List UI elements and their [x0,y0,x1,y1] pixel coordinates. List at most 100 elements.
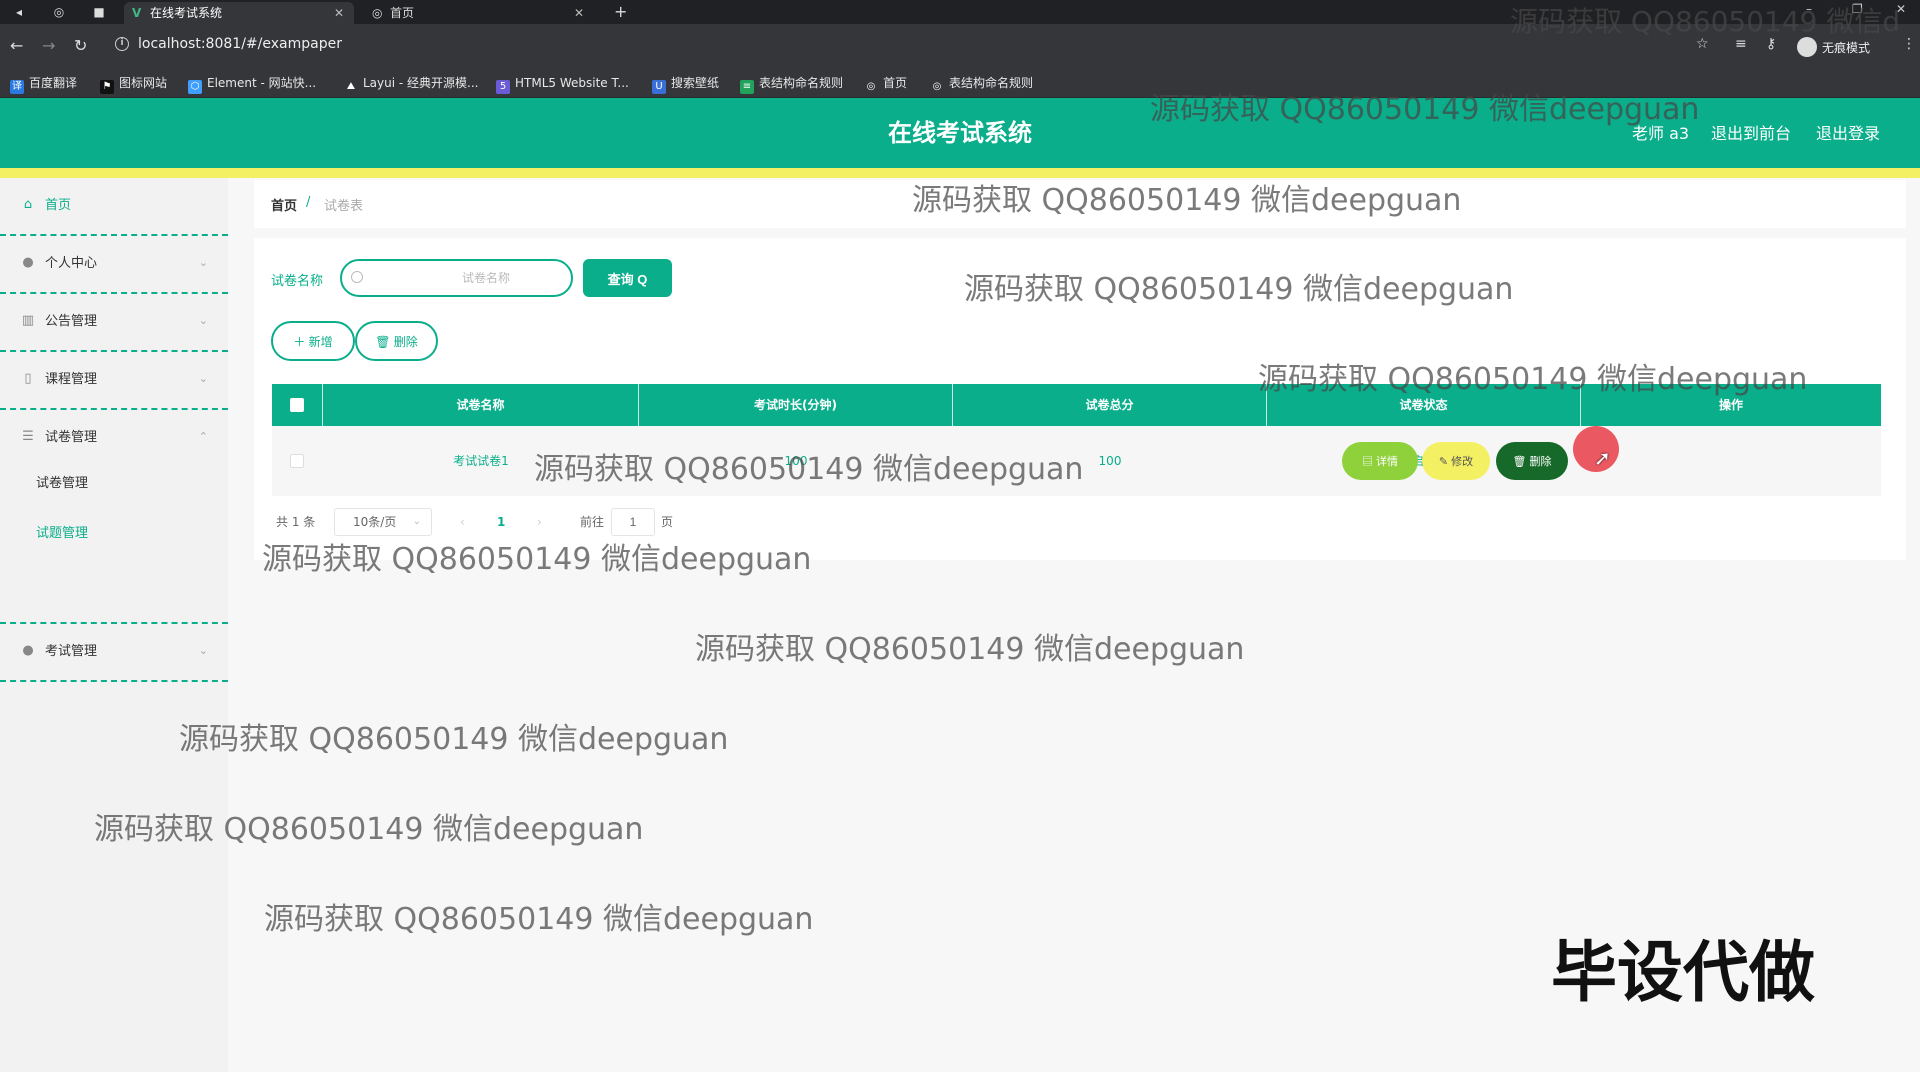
exit-to-front-link[interactable]: 退出到前台 [1711,124,1791,144]
column-header: 试卷总分 [953,384,1267,426]
back-icon[interactable]: ← [10,36,23,56]
search-label: 试卷名称 [271,274,324,289]
bookmark-item[interactable]: ⛰ Layui - 经典开源模... [344,76,479,94]
flag-icon: ⚑ [100,80,114,94]
document-icon: ▤ [1361,456,1377,468]
next-page-icon[interactable]: › [537,514,542,530]
chevron-up-icon: ⌃ [198,430,208,443]
search-input[interactable] [340,259,573,297]
wallpaper-icon: U [652,80,666,94]
add-button[interactable]: ＋ 新增 [271,321,355,361]
speaker-icon[interactable]: ◂ [10,3,28,21]
breadcrumb-current: 试卷表 [324,199,364,214]
watermark-text: 源码获取 QQ86050149 微信deepguan [1258,362,1808,397]
sidebar-item-course[interactable]: ▯ 课程管理 ⌄ [0,352,228,410]
url-text[interactable]: localhost:8081/#/exampaper [138,36,342,52]
column-header: 考试时长(分钟) [639,384,953,426]
submenu-exampaper[interactable]: 试卷管理 [36,476,88,492]
search-icon [351,271,363,283]
sheet-icon: ≡ [740,80,754,94]
close-tab-icon[interactable]: ✕ [574,2,584,24]
row-delete-button[interactable]: 🗑 删除 [1496,442,1568,480]
sidebar-item-exampaper[interactable]: ☰ 试卷管理 ⌃ 试卷管理 试题管理 [0,410,228,624]
edit-button[interactable]: ✎ 修改 [1422,442,1490,480]
watermark-text: 源码获取 QQ86050149 微信deepguan [94,812,644,847]
sliders-icon: ☰ [22,429,34,444]
sidebar-item-exam[interactable]: ● 考试管理 ⌄ [0,624,228,682]
page-number-current[interactable]: 1 [497,514,505,530]
watermark-text: 源码获取 QQ86050149 微信deepguan [964,272,1514,307]
pin-icon: ● [22,643,34,658]
mouse-cursor-icon: ➚ [1594,446,1611,470]
bookmark-item[interactable]: 5 HTML5 Website T... [496,76,629,94]
pencil-icon: ✎ [1438,456,1452,468]
chevron-down-icon: ⌄ [412,516,421,527]
bookmark-item[interactable]: ⬡ Element - 网站快... [188,76,316,94]
prev-page-icon[interactable]: ‹ [460,514,465,530]
watermark-text: 源码获取 QQ86050149 微信d [1510,5,1901,38]
watermark-text: 源码获取 QQ86050149 微信deepguan [264,902,814,937]
watermark-text: 源码获取 QQ86050149 微信deepguan [262,542,812,577]
translate-icon: 译 [10,80,24,94]
logout-link[interactable]: 退出登录 [1816,124,1880,144]
browser-tab-active[interactable]: V 在线考试系统 ✕ [124,2,354,24]
bookmark-item[interactable]: ◎ 首页 [864,76,907,94]
incognito-icon[interactable] [1797,37,1817,57]
watermark-text: 源码获取 QQ86050149 微信deepguan [1150,92,1700,127]
window-icon[interactable]: ■ [90,3,108,21]
site-info-icon[interactable]: i [115,37,129,51]
bookmark-item[interactable]: ⚑ 图标网站 [100,76,167,94]
bookmark-item[interactable]: 译百度翻译 [10,76,77,94]
breadcrumb-home[interactable]: 首页 [271,195,297,214]
reload-icon[interactable]: ↻ [74,36,87,56]
query-button[interactable]: 查询 Q [583,259,672,297]
vue-logo-icon: V [132,6,142,20]
select-all-checkbox[interactable] [290,398,304,412]
chevron-down-icon: ⌄ [198,372,208,385]
stamp-text: 毕设代做 [1551,934,1815,1011]
submenu-questions[interactable]: 试题管理 [36,526,88,542]
sidebar-item-profile[interactable]: ● 个人中心 ⌄ [0,236,228,294]
watermark-text: 源码获取 QQ86050149 微信deepguan [695,632,1245,667]
sidebar-item-notice[interactable]: ▥ 公告管理 ⌄ [0,294,228,352]
chevron-down-icon: ⌄ [198,256,208,269]
goto-page-input[interactable] [611,508,655,536]
chevron-down-icon: ⌄ [198,314,208,327]
page-suffix: 页 [661,515,674,529]
forward-icon[interactable]: → [42,36,55,56]
html5-logo-icon: 5 [496,80,510,94]
chevron-down-icon: ⌄ [198,644,208,657]
close-tab-icon[interactable]: ✕ [334,2,344,24]
goto-label: 前往 [580,515,605,529]
page-size-select[interactable]: 10条/页 ⌄ [334,508,432,536]
bookmark-item[interactable]: U 搜索壁纸 [652,76,719,94]
detail-button[interactable]: ▤ 详情 [1342,442,1418,480]
tab-title: 首页 [390,6,415,20]
home-icon: ⌂ [23,197,33,212]
browser-tab[interactable]: ◎ 首页 ✕ [364,2,594,24]
header-accent-line [0,168,1920,178]
watermark-text: 源码获取 QQ86050149 微信deepguan [534,452,1084,487]
watermark-text: 源码获取 QQ86050149 微信deepguan [179,722,729,757]
sidebar-item-home[interactable]: ⌂ 首页 [0,178,228,236]
element-logo-icon: ⬡ [188,80,202,94]
layui-logo-icon: ⛰ [346,81,356,92]
globe-icon[interactable]: ◎ [50,3,68,21]
bookmark-item[interactable]: ◎ 表结构命名规则 [930,76,1033,94]
trash-icon: 🗑 [1512,456,1530,468]
new-tab-icon[interactable]: + [614,2,627,22]
watermark-text: 源码获取 QQ86050149 微信deepguan [912,183,1462,218]
more-menu-icon[interactable]: ⋮ [1902,36,1916,52]
globe-icon: ◎ [866,81,876,92]
bookmark-item[interactable]: ≡ 表结构命名规则 [740,76,843,94]
globe-icon: ◎ [372,6,383,20]
chart-icon: ▥ [21,313,35,328]
globe-icon: ◎ [932,81,942,92]
user-icon: ● [22,255,34,270]
breadcrumb-separator: / [306,195,311,210]
batch-delete-button[interactable]: 🗑 删除 [355,321,438,361]
row-checkbox[interactable] [290,454,304,468]
profile-label[interactable]: 无痕模式 [1822,39,1870,56]
pagination-total: 共 1 条 [276,515,316,529]
tab-title: 在线考试系统 [150,6,223,20]
